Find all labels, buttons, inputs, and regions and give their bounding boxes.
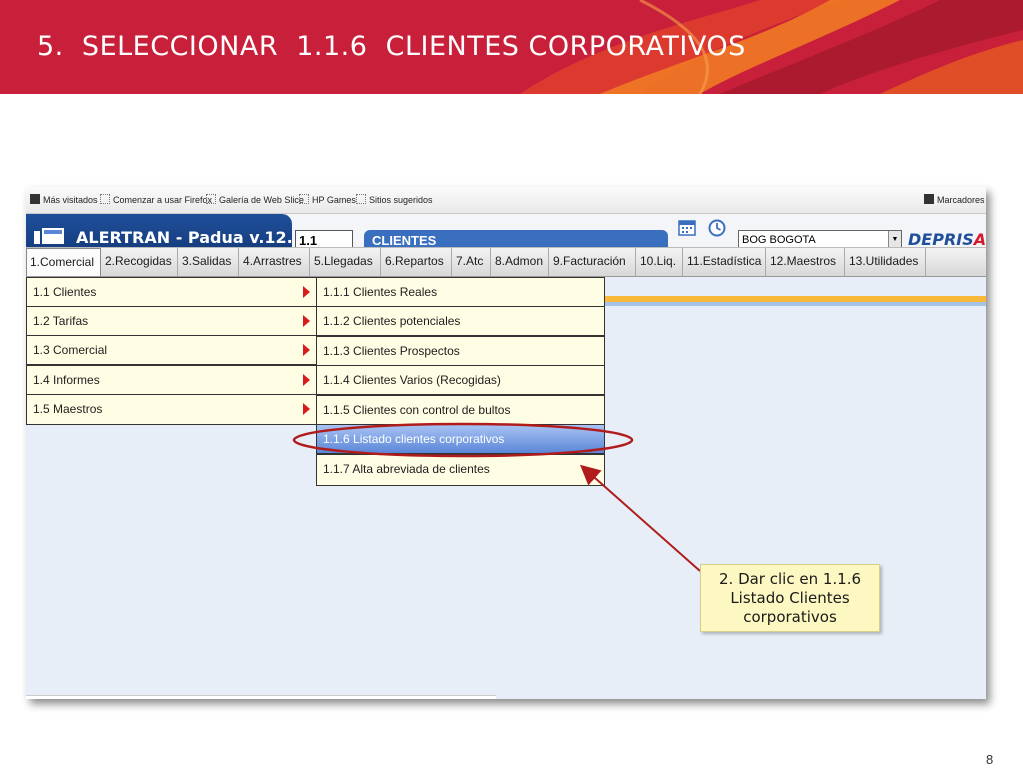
tab-comercial[interactable]: 1.Comercial: [26, 248, 101, 276]
calendar-icon[interactable]: [678, 218, 696, 236]
status-bar: [26, 695, 496, 699]
tab-utilidades[interactable]: 13.Utilidades: [846, 248, 926, 276]
submenu-arrow-icon: [303, 286, 310, 298]
tab-maestros[interactable]: 12.Maestros: [767, 248, 845, 276]
submenu-item-clientes-varios[interactable]: 1.1.4 Clientes Varios (Recogidas): [316, 365, 605, 395]
clock-icon[interactable]: [707, 218, 727, 238]
bookmark-mas-visitados[interactable]: Más visitados: [30, 194, 98, 205]
bookmarks-menu[interactable]: Marcadores: [924, 194, 985, 205]
app-title-bar: ALERTRAN - Padua v.12.11: [26, 214, 315, 250]
slide-header: 5. SELECCIONAR 1.1.6 CLIENTES CORPORATIV…: [0, 0, 1023, 94]
menu-item-comercial[interactable]: 1.3 Comercial: [26, 335, 317, 365]
submenu-arrow-icon: [303, 315, 310, 327]
submenu-item-clientes-potenciales[interactable]: 1.1.2 Clientes potenciales: [316, 306, 605, 336]
bookmark-icon: [100, 194, 110, 204]
note-line: 2. Dar clic en 1.1.6: [718, 570, 862, 588]
submenu-arrow-icon: [303, 374, 310, 386]
tab-facturacion[interactable]: 9.Facturación: [550, 248, 636, 276]
menu-item-maestros[interactable]: 1.5 Maestros: [26, 394, 317, 425]
menu-item-label: 1.5 Maestros: [33, 402, 103, 416]
tab-repartos[interactable]: 6.Repartos: [382, 248, 452, 276]
tab-atc[interactable]: 7.Atc: [453, 248, 491, 276]
bookmark-icon: [206, 194, 216, 204]
tab-estadistica[interactable]: 11.Estadística: [684, 248, 766, 276]
tab-salidas[interactable]: 3.Salidas: [179, 248, 239, 276]
city-select-value: BOG BOGOTA: [742, 234, 816, 246]
tab-recogidas[interactable]: 2.Recogidas: [102, 248, 178, 276]
bookmark-label: Comenzar a usar Firefox: [113, 195, 213, 205]
tab-admon[interactable]: 8.Admon: [492, 248, 549, 276]
bookmark-label: Más visitados: [43, 195, 98, 205]
bookmark-hp-games[interactable]: HP Games: [299, 194, 356, 205]
menu-item-tarifas[interactable]: 1.2 Tarifas: [26, 306, 317, 336]
highlight-oval: [292, 422, 634, 458]
submenu-item-alta-abreviada[interactable]: 1.1.7 Alta abreviada de clientes: [316, 454, 605, 486]
menu-item-label: 1.1 Clientes: [33, 285, 97, 299]
bookmark-icon: [30, 194, 40, 204]
menu-item-label: 1.2 Tarifas: [33, 314, 89, 328]
instruction-note: 2. Dar clic en 1.1.6 Listado Clientes co…: [700, 564, 880, 632]
note-line: corporativos: [743, 608, 837, 626]
bookmark-label: Galería de Web Slice: [219, 195, 304, 205]
submenu-item-control-bultos[interactable]: 1.1.5 Clientes con control de bultos: [316, 395, 605, 425]
menu-item-label: 1.4 Informes: [33, 373, 100, 387]
bookmark-icon: [356, 194, 366, 204]
bookmark-label: Sitios sugeridos: [369, 195, 433, 205]
main-menu-tabs: 1.Comercial 2.Recogidas 3.Salidas 4.Arra…: [26, 247, 986, 277]
tab-llegadas[interactable]: 5.Llegadas: [311, 248, 381, 276]
bookmark-label: HP Games: [312, 195, 356, 205]
bookmark-galeria-web-slice[interactable]: Galería de Web Slice: [206, 194, 304, 205]
star-icon: [924, 194, 934, 204]
bookmarks-menu-label: Marcadores: [937, 195, 985, 205]
menu-item-informes[interactable]: 1.4 Informes: [26, 365, 317, 395]
tab-liq[interactable]: 10.Liq.: [637, 248, 683, 276]
submenu-item-clientes-prospectos[interactable]: 1.1.3 Clientes Prospectos: [316, 336, 605, 366]
bookmark-sitios-sugeridos[interactable]: Sitios sugeridos: [356, 194, 433, 205]
submenu-arrow-icon: [303, 403, 310, 415]
note-line: Listado Clientes: [730, 589, 850, 607]
menu-item-clientes[interactable]: 1.1 Clientes: [26, 277, 317, 307]
truck-icon: [34, 228, 64, 244]
bookmark-comenzar-firefox[interactable]: Comenzar a usar Firefox: [100, 194, 212, 205]
submenu-arrow-icon: [303, 344, 310, 356]
slide-title: 5. SELECCIONAR 1.1.6 CLIENTES CORPORATIV…: [37, 31, 746, 62]
menu-item-label: 1.3 Comercial: [33, 343, 108, 357]
bookmark-icon: [299, 194, 309, 204]
bookmarks-toolbar: Más visitados Comenzar a usar Firefox Ga…: [26, 187, 986, 214]
tab-arrastres[interactable]: 4.Arrastres: [240, 248, 310, 276]
app-header: ALERTRAN - Padua v.12.11 1.1 CLIENTES BO…: [26, 214, 986, 250]
submenu-item-clientes-reales[interactable]: 1.1.1 Clientes Reales: [316, 277, 605, 307]
page-number: 8: [986, 752, 994, 767]
app-title: ALERTRAN - Padua v.12.11: [76, 228, 316, 247]
